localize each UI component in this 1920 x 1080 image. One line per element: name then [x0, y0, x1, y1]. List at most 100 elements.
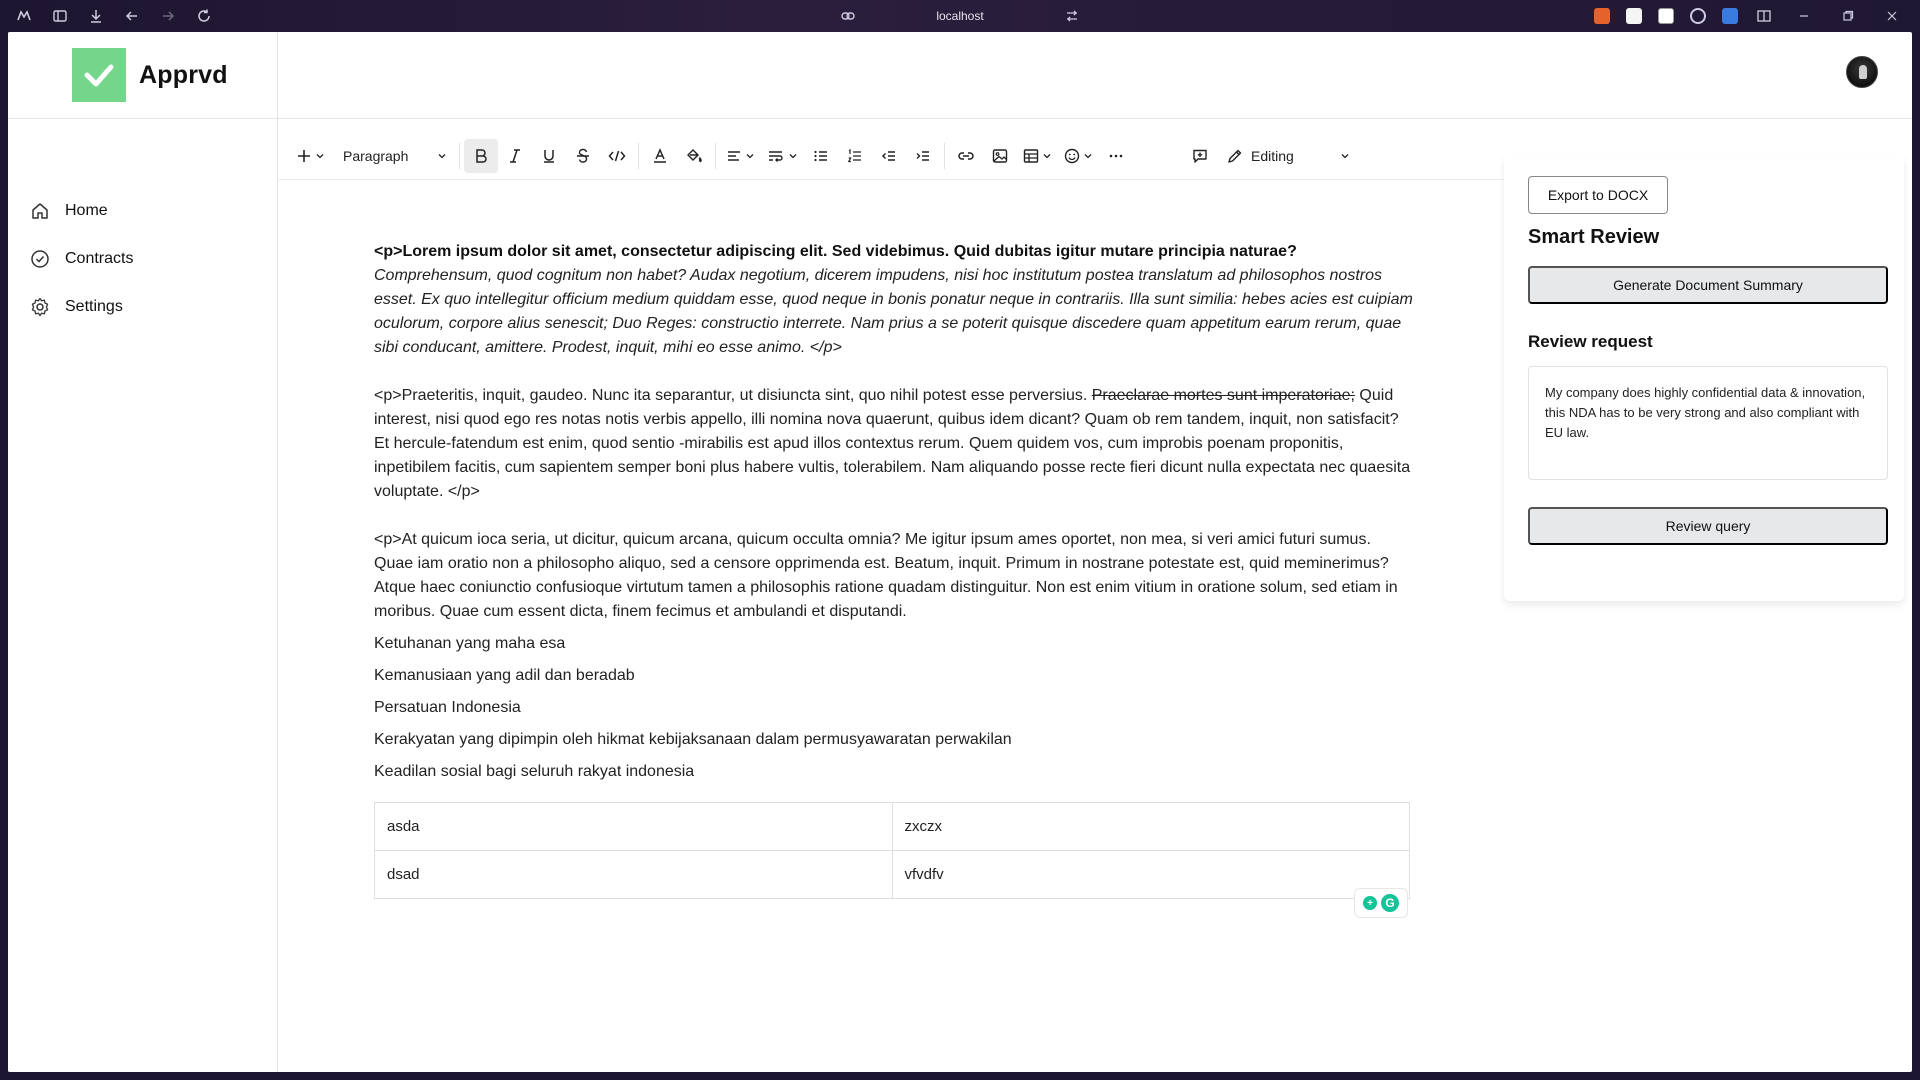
more-button[interactable]: [1099, 139, 1133, 173]
outdent-button[interactable]: [872, 139, 906, 173]
comment-plus-icon: [1193, 149, 1207, 163]
table-row: asda zxczx: [374, 802, 1410, 851]
check-circle-icon: [29, 248, 51, 270]
chevron-down-icon: [1084, 153, 1092, 158]
extension-brave-icon[interactable]: [1594, 8, 1610, 24]
chevron-down-icon: [438, 153, 446, 158]
plus-icon: [298, 149, 310, 162]
list-line: Kemanusiaan yang adil dan beradab: [374, 667, 635, 684]
close-window-icon[interactable]: [1870, 0, 1914, 32]
editing-mode-value: Editing: [1251, 147, 1294, 164]
document-editor[interactable]: <p>Lorem ipsum dolor sit amet, consectet…: [374, 240, 1414, 899]
back-icon[interactable]: [114, 0, 150, 32]
chevron-down-icon: [746, 153, 754, 158]
italic-icon: [510, 148, 520, 163]
text-color-button[interactable]: [643, 139, 677, 173]
site-settings-icon[interactable]: [1054, 0, 1090, 32]
strikethrough-icon: [577, 148, 589, 163]
align-left-icon: [728, 150, 740, 161]
emoji-button[interactable]: [1058, 139, 1099, 173]
address-bar-url[interactable]: localhost: [936, 9, 983, 23]
grammarly-plus-icon[interactable]: +: [1363, 896, 1377, 910]
table-cell[interactable]: zxczx: [891, 802, 1410, 851]
toolbar-divider: [944, 142, 945, 169]
editing-mode-select[interactable]: Editing: [1217, 139, 1360, 173]
forward-icon[interactable]: [150, 0, 186, 32]
table-cell[interactable]: dsad: [374, 850, 893, 899]
chevron-down-icon: [1043, 153, 1051, 158]
line-height-button[interactable]: [761, 139, 804, 173]
extension-files-icon[interactable]: [1722, 8, 1738, 24]
reload-icon[interactable]: [186, 0, 222, 32]
extension-react-icon[interactable]: [1690, 8, 1706, 24]
numbered-list-button[interactable]: [838, 139, 872, 173]
restore-icon[interactable]: [1826, 0, 1870, 32]
block-type-value: Paragraph: [343, 147, 409, 164]
sidebar-item-label: Home: [65, 202, 108, 219]
align-button[interactable]: [720, 139, 761, 173]
bullet-list-button[interactable]: [804, 139, 838, 173]
link-icon[interactable]: [830, 0, 866, 32]
sidebar-item-settings[interactable]: Settings: [8, 283, 277, 331]
pencil-icon: [1228, 149, 1242, 163]
outdent-icon: [882, 150, 895, 161]
generate-summary-button[interactable]: Generate Document Summary: [1528, 266, 1888, 304]
list-line: Persatuan Indonesia: [374, 699, 521, 716]
logo-check-icon: [72, 48, 126, 102]
italic-text: Comprehensum, quod cognitum non habet? A…: [374, 267, 1413, 356]
top-bar: [278, 32, 1912, 119]
add-comment-button[interactable]: [1183, 139, 1217, 173]
grammarly-icon[interactable]: G: [1381, 894, 1399, 912]
more-horizontal-icon: [1109, 154, 1123, 157]
review-request-field[interactable]: My company does highly confidential data…: [1528, 366, 1888, 480]
brand-name: Apprvd: [139, 60, 228, 89]
grammarly-widget[interactable]: + G: [1354, 888, 1408, 918]
bold-icon: [476, 148, 487, 163]
split-view-icon[interactable]: [1746, 0, 1782, 32]
table-cell[interactable]: vfvdfv: [891, 850, 1410, 899]
toolbar-divider: [638, 142, 639, 169]
image-button[interactable]: [983, 139, 1017, 173]
minimize-icon[interactable]: [1782, 0, 1826, 32]
logo-area[interactable]: Apprvd: [8, 32, 277, 119]
table-button[interactable]: [1017, 139, 1058, 173]
table-cell[interactable]: asda: [374, 802, 893, 851]
sidebar-item-contracts[interactable]: Contracts: [8, 235, 277, 283]
chevron-down-icon: [789, 153, 797, 158]
export-docx-button[interactable]: Export to DOCX: [1528, 176, 1668, 214]
paragraph-1: <p>Lorem ipsum dolor sit amet, consectet…: [374, 240, 1414, 360]
table-icon: [1023, 148, 1039, 163]
smiley-icon: [1064, 148, 1080, 163]
underline-button[interactable]: [532, 139, 566, 173]
chevron-down-icon: [1341, 153, 1349, 158]
link-button[interactable]: [949, 139, 983, 173]
extension-notion-icon[interactable]: [1626, 8, 1642, 24]
italic-button[interactable]: [498, 139, 532, 173]
indent-button[interactable]: [906, 139, 940, 173]
browser-menu-icon[interactable]: [6, 0, 42, 32]
home-icon: [29, 200, 51, 222]
extension-pen-icon[interactable]: [1658, 8, 1674, 24]
insert-button[interactable]: [290, 139, 331, 173]
review-query-button[interactable]: Review query: [1528, 507, 1888, 545]
sidebar-item-label: Contracts: [65, 250, 134, 267]
document-table[interactable]: asda zxczx dsad vfvdfv: [374, 802, 1410, 899]
code-button[interactable]: [600, 139, 634, 173]
download-icon[interactable]: [78, 0, 114, 32]
sidebar-item-label: Settings: [65, 298, 123, 315]
sidebar-item-home[interactable]: Home: [8, 187, 277, 235]
highlight-button[interactable]: [677, 139, 711, 173]
browser-chrome: localhost: [0, 0, 1920, 32]
sidebar: Apprvd Home Contracts Settings: [8, 32, 278, 1072]
smart-review-title: Smart Review: [1528, 226, 1660, 248]
strikethrough-button[interactable]: [566, 139, 600, 173]
sidebar-toggle-icon[interactable]: [42, 0, 78, 32]
underline-icon: [544, 149, 554, 163]
text-color-icon: [654, 147, 666, 163]
bold-button[interactable]: [464, 138, 498, 173]
block-type-select[interactable]: Paragraph: [331, 139, 455, 173]
avatar[interactable]: [1846, 56, 1878, 88]
indent-icon: [916, 150, 929, 161]
smart-review-panel: Export to DOCX Smart Review Generate Doc…: [1504, 156, 1904, 601]
paint-bucket-icon: [687, 148, 702, 162]
